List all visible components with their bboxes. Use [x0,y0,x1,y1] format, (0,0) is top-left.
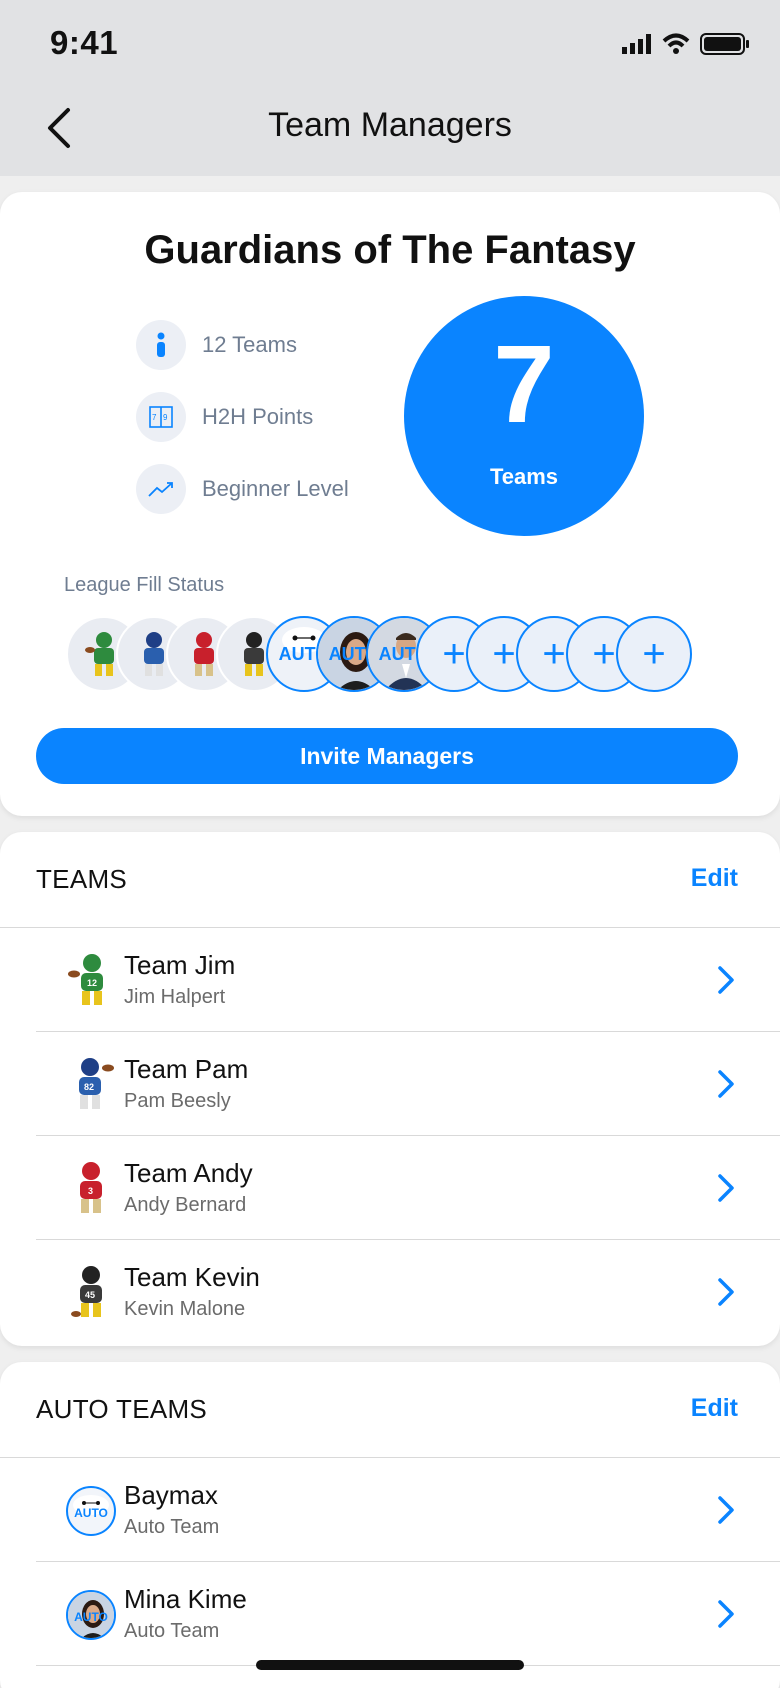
manager-name: Jim Halpert [124,986,226,1008]
team-type: Auto Team [124,1620,220,1642]
battery-icon [700,33,749,55]
section-title: AUTO TEAMS [36,1394,208,1424]
auto-teams-edit-button[interactable]: Edit [691,1394,738,1423]
league-info-label: Beginner Level [202,476,349,501]
manager-name: Andy Bernard [124,1194,247,1216]
team-name: Team Pam [124,1054,249,1084]
svg-text:12: 12 [87,978,97,988]
svg-text:45: 45 [85,1290,95,1300]
football-player-icon: 45 [66,1264,116,1320]
league-info-teams: 12 Teams [136,320,297,370]
plus-icon: + [492,632,516,676]
team-name: Team Jim [124,950,236,980]
svg-text:9: 9 [163,413,168,422]
auto-badge: AUTO [74,1506,108,1520]
auto-teams-section-header: AUTO TEAMS Edit [0,1362,780,1458]
person-icon [136,320,186,370]
manager-name: Kevin Malone [124,1298,246,1320]
svg-text:82: 82 [84,1082,94,1092]
auto-team-row[interactable]: AUTO Mina Kime Auto Team [36,1562,780,1666]
chevron-right-icon [718,1496,734,1524]
team-name: Team Kevin [124,1262,260,1292]
person-photo-avatar: AUTO [66,1590,116,1640]
team-count-label: Teams [489,464,559,489]
trend-icon [136,464,186,514]
teams-section-header: TEAMS Edit [0,832,780,928]
league-info-label: H2H Points [202,404,314,429]
page-title: Team Managers [268,106,512,144]
plus-icon: + [592,632,616,676]
chevron-right-icon [718,1278,734,1306]
auto-team-row[interactable]: AUTO Baymax Auto Team [36,1458,780,1562]
fill-slot-open[interactable]: + [616,616,692,692]
manager-name: Pam Beesly [124,1090,231,1112]
football-player-icon: 3 [66,1160,116,1216]
team-row[interactable]: 12 Team Jim Jim Halpert [36,928,780,1032]
chevron-right-icon [718,1070,734,1098]
league-fill-status: AUTO AUTO AUTO + + + + + [66,616,726,696]
team-count-value: 7 [493,323,555,446]
team-row[interactable]: 45 Team Kevin Kevin Malone [36,1240,780,1344]
team-row[interactable]: 3 Team Andy Andy Bernard [36,1136,780,1240]
team-name: Baymax [124,1480,218,1510]
section-title: TEAMS [36,864,128,894]
robot-avatar: AUTO [66,1486,116,1536]
football-player-icon: 82 [66,1056,116,1112]
team-type: Auto Team [124,1516,220,1538]
league-summary-card: Guardians of The Fantasy 12 Teams 79 H2H… [0,192,780,816]
header-bar: 9:41 Team Managers [0,0,780,176]
team-row[interactable]: 82 Team Pam Pam Beesly [36,1032,780,1136]
home-indicator[interactable] [256,1660,524,1670]
signal-icon [622,34,651,54]
team-name: Team Andy [124,1158,253,1188]
status-icons [622,32,750,56]
auto-teams-section: AUTO TEAMS Edit AUTO Baymax Auto Team AU… [0,1362,780,1688]
teams-section: TEAMS Edit 12 Team Jim Jim Halpert 82 Te… [0,832,780,1346]
status-time: 9:41 [50,24,119,61]
league-info-scoring: 79 H2H Points [136,392,313,442]
football-player-icon: 12 [66,952,116,1008]
teams-edit-button[interactable]: Edit [691,864,738,893]
fill-status-label: League Fill Status [64,574,225,596]
auto-badge: AUTO [74,1610,108,1624]
chevron-right-icon [718,966,734,994]
chevron-right-icon [718,1600,734,1628]
svg-text:7: 7 [152,413,157,422]
league-info-label: 12 Teams [202,332,297,357]
wifi-icon [662,33,690,54]
plus-icon: + [442,632,466,676]
svg-text:3: 3 [88,1186,93,1196]
scoring-icon: 79 [136,392,186,442]
league-info-level: Beginner Level [136,464,349,514]
team-name: Mina Kime [124,1584,247,1614]
team-count-badge: 7 Teams [404,296,644,536]
chevron-right-icon [718,1174,734,1202]
plus-icon: + [642,632,666,676]
plus-icon: + [542,632,566,676]
league-name: Guardians of The Fantasy [144,228,636,272]
invite-managers-button[interactable]: Invite Managers [36,728,738,784]
